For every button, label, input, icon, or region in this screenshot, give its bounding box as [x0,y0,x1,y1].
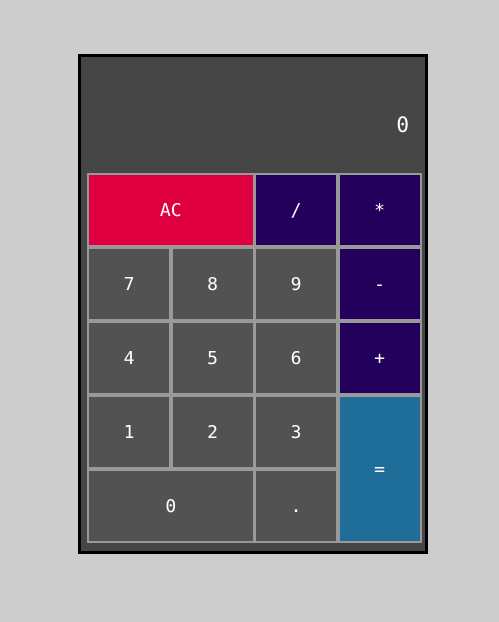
digit-4-button[interactable]: 4 [87,321,171,395]
digit-6-button[interactable]: 6 [254,321,338,395]
digit-8-button[interactable]: 8 [170,247,255,321]
digit-9-button[interactable]: 9 [254,247,338,321]
equals-button[interactable]: = [337,395,422,543]
digit-2-button[interactable]: 2 [170,395,255,469]
subtract-button[interactable]: - [337,247,422,321]
multiply-button[interactable]: * [337,173,422,247]
digit-7-button[interactable]: 7 [87,247,171,321]
display-value: 0 [396,113,409,137]
divide-button[interactable]: / [254,173,338,247]
clear-button[interactable]: AC [87,173,255,247]
calculator: 0 AC / * 7 8 9 - 4 5 6 + 1 2 3 = 0 . [78,54,428,554]
digit-5-button[interactable]: 5 [170,321,255,395]
digit-0-button[interactable]: 0 [87,469,255,543]
digit-3-button[interactable]: 3 [254,395,338,469]
display: 0 [81,57,425,170]
add-button[interactable]: + [337,321,422,395]
digit-1-button[interactable]: 1 [87,395,171,469]
decimal-button[interactable]: . [254,469,338,543]
keypad: AC / * 7 8 9 - 4 5 6 + 1 2 3 = 0 . [87,173,422,543]
